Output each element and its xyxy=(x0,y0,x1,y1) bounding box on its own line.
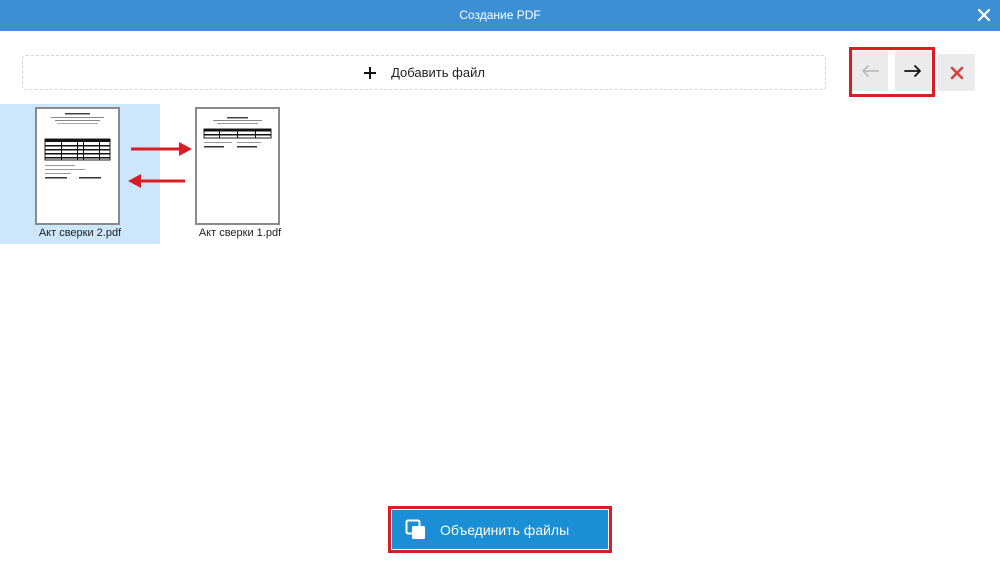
plus-icon xyxy=(364,66,377,79)
title-bar: Создание PDF xyxy=(0,0,1000,31)
delete-file-button[interactable] xyxy=(938,54,975,91)
file-name: Акт сверки 2.pdf xyxy=(38,227,122,239)
swap-arrows-annotation xyxy=(128,142,192,188)
move-right-button[interactable] xyxy=(895,51,931,91)
window-title: Создание PDF xyxy=(459,8,541,22)
merge-files-label: Объединить файлы xyxy=(440,521,570,538)
pdf-thumbnail xyxy=(195,107,280,225)
pdf-thumbnail xyxy=(35,107,120,225)
merge-pages-icon xyxy=(405,519,425,539)
file-name: Акт сверки 1.pdf xyxy=(198,227,282,239)
close-icon xyxy=(950,66,963,79)
merge-files-button[interactable]: Объединить файлы xyxy=(392,510,608,549)
pdf-page-preview xyxy=(44,113,111,179)
add-file-button[interactable]: Добавить файл xyxy=(22,55,826,90)
arrow-left-icon xyxy=(862,65,879,77)
window-close-button[interactable] xyxy=(974,5,994,25)
move-left-button[interactable] xyxy=(852,51,888,91)
arrow-right-icon xyxy=(904,65,921,77)
pdf-page-preview xyxy=(203,117,272,148)
add-file-label: Добавить файл xyxy=(391,65,485,80)
create-pdf-window: Создание PDF Добавить файл Акт сверки 2.… xyxy=(0,0,1000,564)
close-icon xyxy=(977,8,991,22)
